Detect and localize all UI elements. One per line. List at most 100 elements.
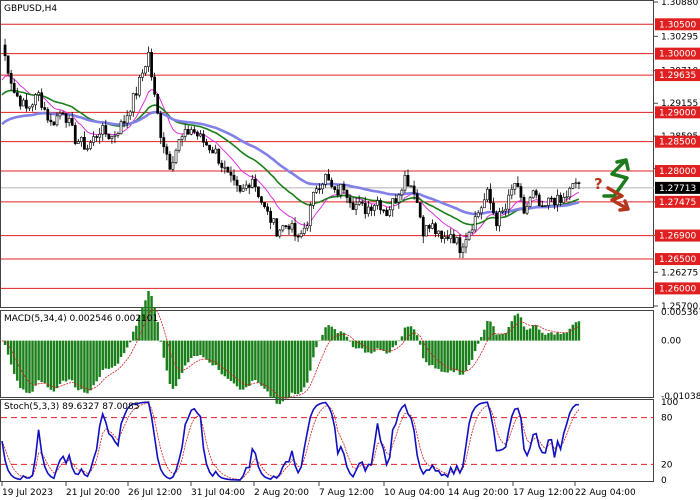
macd-bar (83, 340, 86, 393)
candle-body (348, 197, 352, 204)
candle-body (440, 230, 443, 239)
candle-body (507, 194, 511, 210)
macd-bar (425, 340, 428, 363)
macd-bar (22, 340, 25, 390)
candle-body (461, 246, 465, 253)
macd-bar (61, 340, 65, 381)
macd-bar (507, 327, 510, 341)
macd-bar (177, 340, 181, 380)
macd-bar (385, 340, 388, 354)
candle-body (446, 236, 450, 239)
candle-body (141, 72, 144, 78)
candle-body (388, 209, 392, 216)
macd-bar (299, 340, 303, 392)
candle-body (537, 194, 541, 206)
macd-bar (171, 340, 175, 389)
candle-body (162, 137, 166, 148)
candle-body (278, 229, 282, 237)
candle-body (315, 188, 318, 193)
candle-body (556, 194, 559, 206)
macd-bar (98, 340, 101, 377)
macd-bar (565, 332, 568, 341)
candle-body (76, 141, 80, 144)
stoch-tick-label: 0 (661, 476, 667, 486)
time-axis: 19 Jul 2023 21 Jul 20:00 26 Jul 12:00 31 Ju… (1, 482, 636, 498)
candle-body (366, 206, 370, 215)
macd-bar (278, 340, 282, 405)
macd-bar (382, 340, 385, 351)
candle-body (482, 199, 486, 209)
candle-body (385, 209, 389, 216)
candle-body (394, 198, 398, 203)
candle-body (492, 202, 495, 214)
level-label: 1.29000 (659, 108, 696, 118)
macd-bar (461, 340, 465, 375)
candle-body (403, 174, 407, 191)
macd-bar (64, 340, 68, 382)
macd-bar (553, 334, 556, 341)
macd-bar (186, 340, 190, 363)
macd-bar (95, 340, 98, 382)
time-tick-label: 22 Aug 04:00 (575, 488, 636, 498)
level-label: 1.30000 (659, 50, 696, 60)
macd-bar (302, 340, 306, 388)
candle-body (522, 197, 526, 214)
candle-body (18, 95, 22, 107)
candle-body (284, 225, 288, 227)
candle-body (305, 225, 309, 229)
macd-bar (89, 340, 92, 391)
macd-bar (312, 340, 315, 358)
macd-bar (116, 340, 120, 364)
candle-body (531, 190, 535, 199)
chart-canvas: ? GBPUSD,H4 MACD(5,34,4) 0.002546 0.0021… (0, 0, 700, 498)
macd-bar (290, 340, 294, 393)
candle-body (351, 202, 355, 210)
macd-bar (251, 340, 254, 381)
macd-bar (483, 329, 486, 341)
macd-bar (568, 328, 572, 341)
macd-bar (244, 340, 248, 388)
candle-body (244, 184, 248, 189)
candle-body (342, 184, 346, 191)
candle-body (70, 118, 74, 126)
candle-body (205, 142, 208, 146)
macd-bar (394, 340, 398, 346)
macd-bar (412, 329, 416, 341)
candle-body (534, 190, 538, 196)
candle-body (519, 186, 523, 198)
macd-bar (577, 321, 581, 341)
time-tick-label: 26 Jul 12:00 (128, 488, 182, 498)
macd-bar (86, 340, 89, 394)
macd-bar (541, 332, 544, 341)
macd-bar (107, 340, 111, 369)
candle-body (357, 201, 361, 205)
candle-body (55, 115, 59, 126)
price-axis: 1.308801.302951.297101.291551.285951.280… (654, 0, 700, 486)
macd-bar (528, 328, 532, 341)
candle-body (363, 202, 367, 215)
macd-bar (516, 313, 520, 341)
macd-bar (214, 340, 217, 366)
candle-body (308, 205, 312, 227)
candle-body (3, 44, 7, 57)
candle-body (299, 233, 303, 237)
level-label: 1.27475 (659, 198, 696, 208)
macd-bar (400, 336, 404, 341)
candle-body (412, 185, 416, 194)
candle-body (479, 207, 483, 214)
candle-body (409, 185, 413, 188)
candle-body (498, 211, 501, 227)
time-tick-label: 7 Aug 12:00 (319, 488, 374, 498)
candle-body (467, 231, 471, 240)
candle-body (159, 112, 163, 138)
candle-body (9, 72, 13, 84)
candle-body (180, 136, 184, 140)
candle-body (199, 133, 202, 137)
macd-bar (226, 340, 230, 379)
macd-bar (266, 340, 269, 392)
forecast-arrows: ? (594, 158, 630, 212)
candle-body (327, 173, 331, 181)
candle-body (138, 76, 141, 96)
candle-body (293, 223, 297, 237)
candle-body (241, 187, 245, 192)
